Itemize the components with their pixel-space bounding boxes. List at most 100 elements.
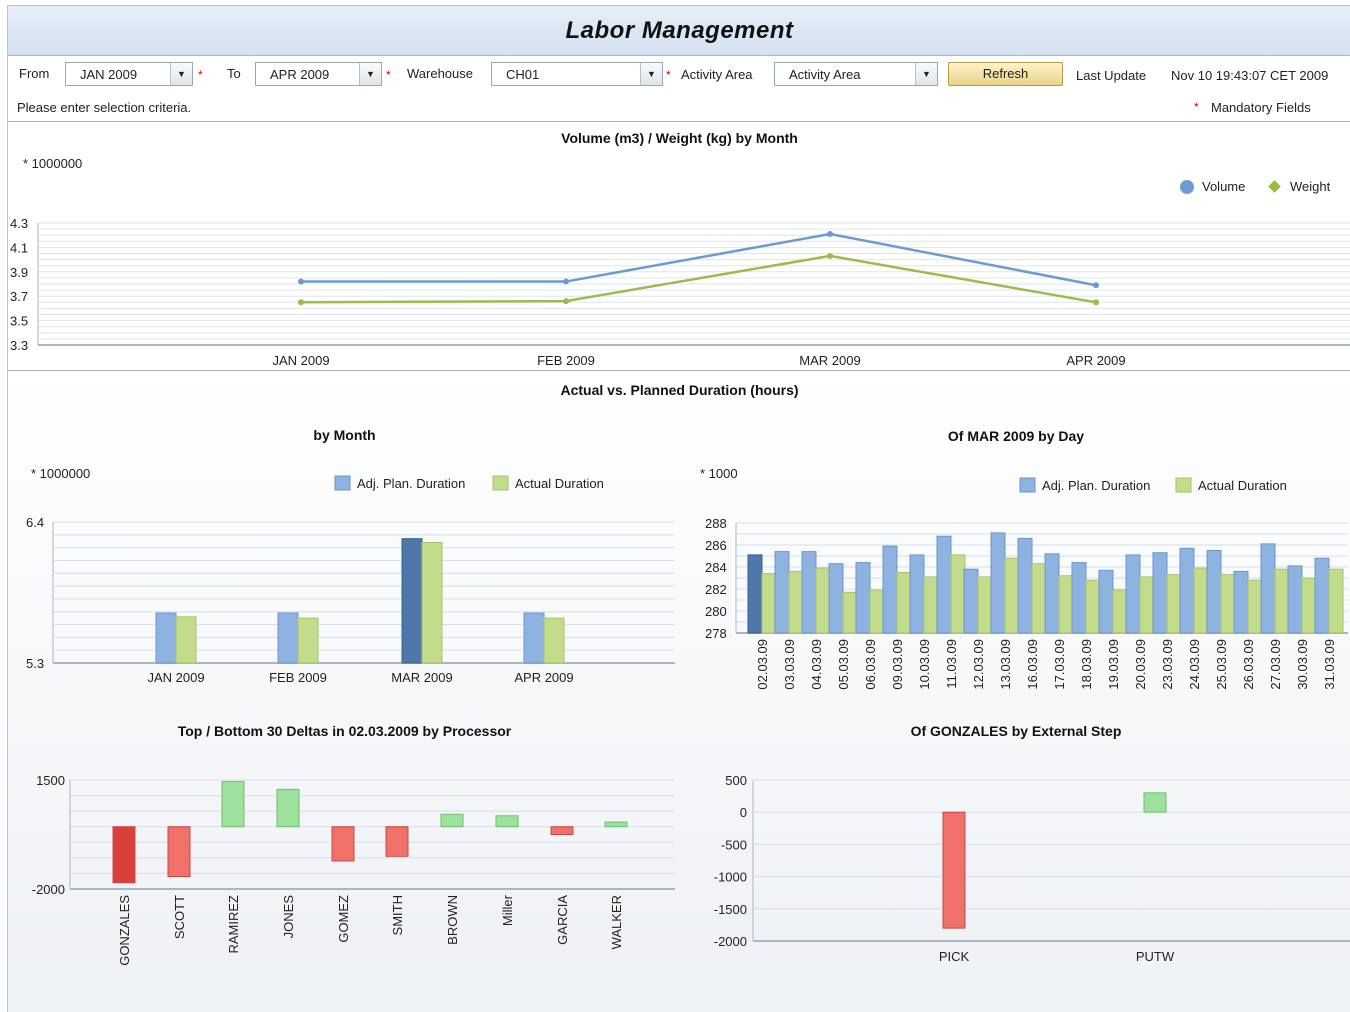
x-tick-label: GONZALES (117, 895, 132, 966)
bar (276, 788, 300, 828)
bar (828, 563, 844, 634)
x-tick-label: GOMEZ (336, 895, 351, 943)
y-tick-label: 3.7 (10, 289, 28, 304)
y-tick-label: 4.1 (10, 240, 28, 255)
bar (1139, 576, 1155, 634)
x-tick-label: 06.03.09 (863, 639, 878, 690)
x-tick-label: 25.03.09 (1214, 639, 1229, 690)
bar (896, 572, 912, 634)
bar (1058, 575, 1074, 634)
x-tick-label: 13.03.09 (998, 639, 1013, 690)
legend-label: Weight (1290, 179, 1331, 194)
x-tick-label: 04.03.09 (809, 639, 824, 690)
required-mark: * (666, 68, 671, 82)
chevron-down-icon[interactable]: ▼ (915, 63, 937, 85)
x-tick-label: 03.03.09 (782, 639, 797, 690)
data-point (1093, 299, 1099, 306)
to-select[interactable]: APR 2009 ▼ (255, 62, 382, 86)
app-title: Labor Management (565, 17, 794, 44)
bar (942, 811, 966, 929)
bar (297, 617, 319, 664)
bar (788, 570, 804, 634)
processor-chart-title: Top / Bottom 30 Deltas in 02.03.2009 by … (177, 723, 512, 739)
warehouse-select-value: CH01 (506, 67, 540, 82)
from-select[interactable]: JAN 2009 ▼ (65, 62, 193, 86)
bar (550, 826, 574, 836)
data-point (1093, 282, 1099, 289)
chevron-down-icon[interactable]: ▼ (170, 63, 192, 85)
bar (385, 826, 409, 857)
legend-marker-weight (1268, 180, 1281, 193)
y-tick-label: 3.9 (10, 265, 28, 280)
data-point (563, 298, 569, 305)
y-tick-label: 280 (705, 604, 727, 619)
x-tick-label: PUTW (1136, 949, 1175, 964)
bar (1260, 543, 1276, 634)
warehouse-select[interactable]: CH01 ▼ (491, 62, 663, 86)
bar (604, 821, 628, 828)
y-tick-label: 288 (705, 516, 727, 531)
chevron-down-icon[interactable]: ▼ (640, 63, 662, 85)
x-tick-label: 19.03.09 (1106, 639, 1121, 690)
step-chart-title: Of GONZALES by External Step (910, 723, 1122, 739)
x-tick-label: Miller (500, 894, 515, 926)
bar (963, 568, 979, 634)
data-point (563, 278, 569, 285)
app-window: Labor Management From JAN 2009 ▼ * To AP… (7, 5, 1350, 1012)
y-tick-label: 278 (705, 626, 727, 641)
from-label: From (19, 66, 50, 81)
data-point (827, 230, 833, 237)
y-tick-label: 1500 (36, 773, 65, 788)
bar (909, 554, 925, 634)
bar (1287, 565, 1303, 634)
bar (761, 573, 777, 634)
x-tick-label: JONES (281, 895, 296, 939)
y-tick-label: 0 (740, 805, 747, 820)
legend-marker-actual (492, 475, 509, 491)
x-tick-label: GARCIA (555, 895, 570, 945)
to-label: To (227, 66, 241, 81)
bar (990, 532, 1006, 634)
bar (774, 551, 790, 634)
y-tick-label: 5.3 (26, 656, 44, 671)
legend-label: Volume (1202, 179, 1245, 194)
activity-area-label: Activity Area (681, 67, 753, 82)
y-tick-label: 282 (705, 582, 727, 597)
refresh-button[interactable]: Refresh (948, 62, 1063, 86)
mandatory-fields-text: Mandatory Fields (1211, 100, 1311, 115)
legend-marker-plan (1019, 477, 1036, 493)
x-tick-label: 23.03.09 (1160, 639, 1175, 690)
bar (1247, 579, 1263, 634)
x-tick-label: 10.03.09 (917, 639, 932, 690)
chevron-down-icon[interactable]: ▼ (359, 63, 381, 85)
activity-area-select[interactable]: Activity Area ▼ (774, 62, 938, 86)
bar (977, 576, 993, 634)
x-tick-label: 30.03.09 (1295, 639, 1310, 690)
x-tick-label: 31.03.09 (1322, 639, 1337, 690)
bar (401, 538, 423, 664)
y-tick-label: 3.5 (10, 314, 28, 329)
x-tick-label: 18.03.09 (1079, 639, 1094, 690)
bar (1206, 550, 1222, 634)
bar (112, 826, 136, 884)
legend-label: Adj. Plan. Duration (1042, 478, 1150, 493)
required-mark: * (1194, 100, 1199, 114)
bar (1233, 570, 1249, 634)
bar (1017, 537, 1033, 634)
bar (1179, 547, 1195, 634)
processor-delta-bar-chart: 1500 -2000 GONZALES SCOTT RAMIREZ JONES GOMEZ S… (32, 773, 675, 966)
bar (1274, 568, 1290, 634)
last-update-label: Last Update (1076, 68, 1147, 83)
bar (1143, 792, 1167, 813)
x-tick-label: MAR 2009 (391, 670, 452, 685)
x-tick-label: APR 2009 (514, 670, 573, 685)
y-tick-label: -2000 (714, 934, 747, 949)
legend-label: Actual Duration (515, 476, 604, 491)
bar (543, 617, 565, 664)
bar (882, 545, 898, 634)
x-tick-label: 20.03.09 (1133, 639, 1148, 690)
y-tick-label: 284 (705, 560, 727, 575)
x-tick-label: 02.03.09 (755, 639, 770, 690)
bar (1085, 579, 1101, 634)
data-point (827, 252, 833, 259)
